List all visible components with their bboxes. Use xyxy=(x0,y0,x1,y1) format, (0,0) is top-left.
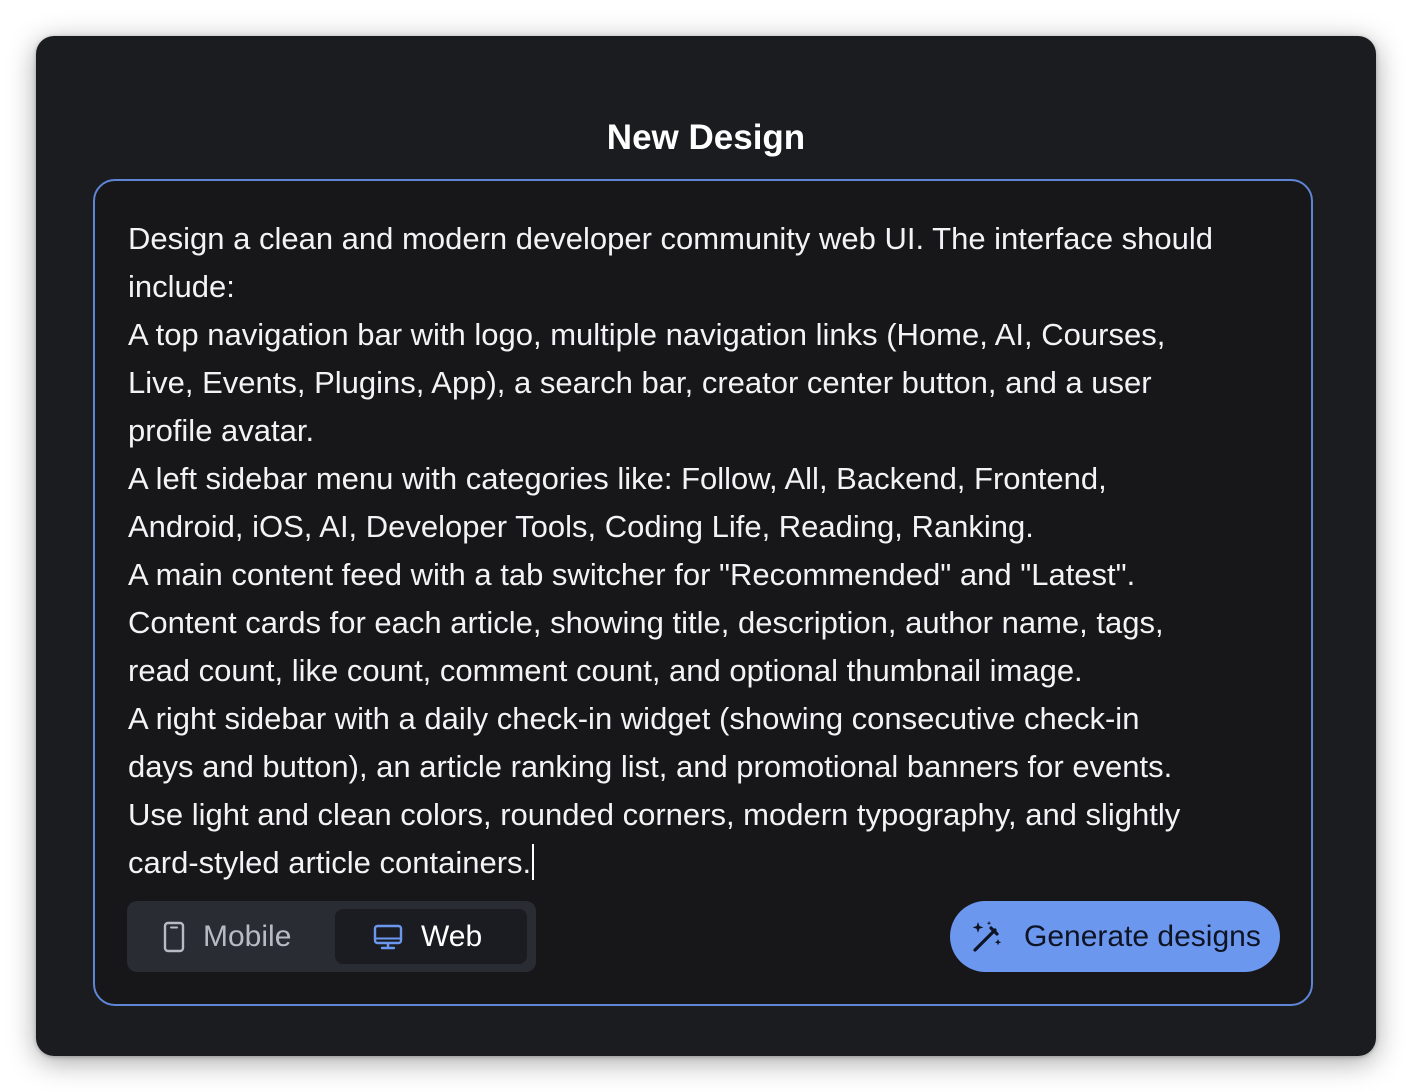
device-option-web[interactable]: Web xyxy=(335,909,527,964)
generate-designs-button[interactable]: Generate designs xyxy=(950,901,1280,972)
device-option-mobile[interactable]: Mobile xyxy=(135,909,333,964)
prompt-line: Design a clean and modern developer comm… xyxy=(128,221,1214,256)
smartphone-icon xyxy=(163,921,185,953)
device-option-label: Web xyxy=(421,919,483,953)
prompt-line: profile avatar. xyxy=(128,413,315,448)
dialog-title: New Design xyxy=(606,118,806,157)
prompt-line: include: xyxy=(128,269,235,304)
prompt-line: days and button), an article ranking lis… xyxy=(128,749,1173,784)
prompt-line: Use light and clean colors, rounded corn… xyxy=(128,797,1181,832)
device-option-label: Mobile xyxy=(203,919,292,953)
prompt-line: read count, like count, comment count, a… xyxy=(128,653,1083,688)
monitor-icon xyxy=(373,924,403,950)
device-type-toggle: Mobile Web xyxy=(127,901,536,972)
prompt-line: card-styled article containers. xyxy=(128,845,532,880)
prompt-line: A left sidebar menu with categories like… xyxy=(128,461,1107,496)
generate-designs-label: Generate designs xyxy=(1024,919,1261,953)
prompt-line: A top navigation bar with logo, multiple… xyxy=(128,317,1166,352)
text-cursor xyxy=(532,844,535,880)
prompt-line: Android, iOS, AI, Developer Tools, Codin… xyxy=(128,509,1034,544)
prompt-line: Content cards for each article, showing … xyxy=(128,605,1164,640)
prompt-textarea[interactable]: Design a clean and modern developer comm… xyxy=(93,179,1313,1006)
prompt-text[interactable]: Design a clean and modern developer comm… xyxy=(128,215,1278,887)
prompt-line: Live, Events, Plugins, App), a search ba… xyxy=(128,365,1152,400)
prompt-line: A main content feed with a tab switcher … xyxy=(128,557,1136,592)
magic-wand-icon xyxy=(970,920,1004,954)
prompt-line: A right sidebar with a daily check-in wi… xyxy=(128,701,1140,736)
new-design-dialog: New Design Design a clean and modern dev… xyxy=(36,36,1376,1056)
